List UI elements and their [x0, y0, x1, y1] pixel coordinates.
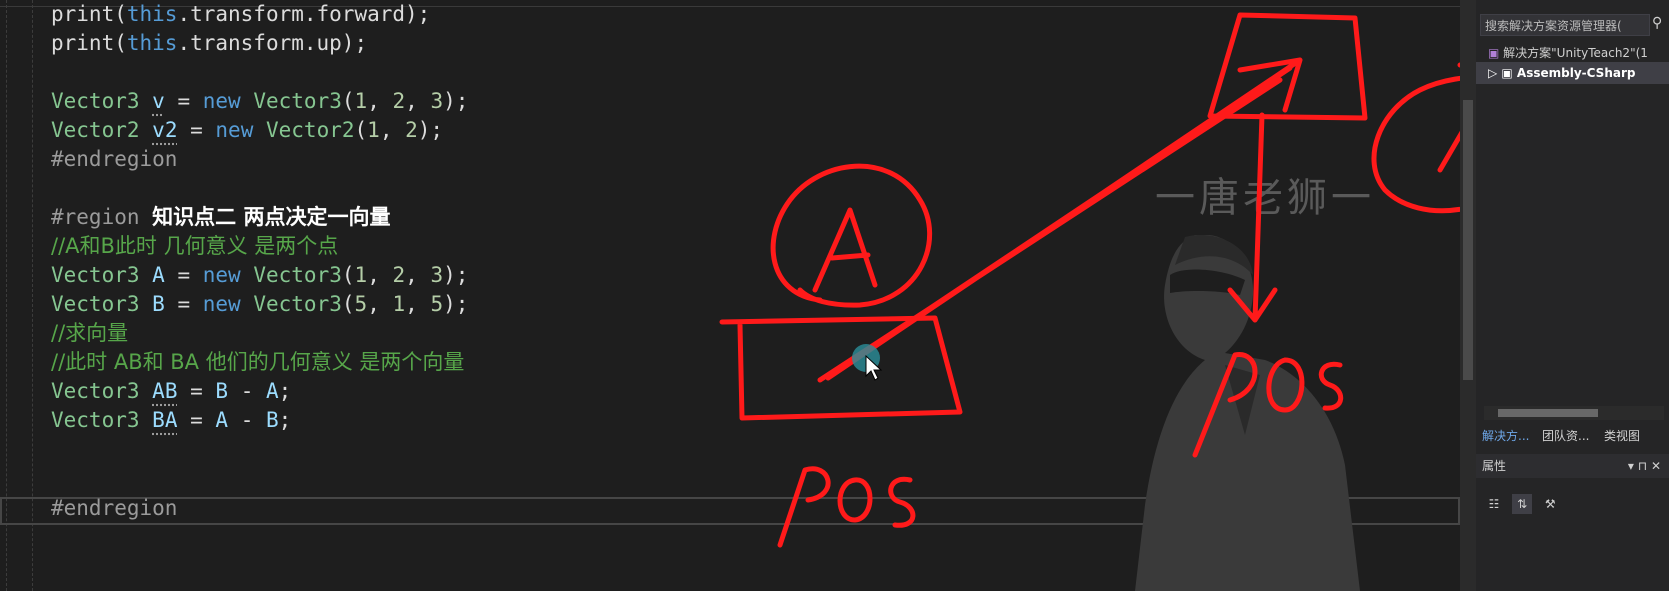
properties-toolbar: ☷ ⇅ ⚒ — [1484, 494, 1564, 516]
ink-pos2-p — [777, 466, 831, 548]
code-editor[interactable]: print(this.transform.forward); print(thi… — [0, 0, 1470, 591]
ink-arrow-ab — [817, 57, 1303, 383]
panel-tabs: 解决方... 团队资... 类视图 — [1476, 424, 1669, 448]
wrench-icon[interactable]: ⚒ — [1540, 494, 1560, 514]
tab-solution-explorer[interactable]: 解决方... — [1482, 424, 1529, 448]
assembly-label: Assembly-CSharp — [1516, 66, 1636, 80]
solution-icon: ▣ — [1488, 46, 1504, 60]
solution-label: 解决方案"UnityTeach2"(1 — [1503, 46, 1648, 60]
annotation-drawing — [719, 12, 1460, 548]
mouse-cursor-icon — [852, 344, 883, 381]
search-icon[interactable]: ⚲ — [1652, 15, 1662, 31]
solution-explorer-panel: 搜索解决方案资源管理器( ⚲ ▣ 解决方案"UnityTeach2"(1 ▷ ▣… — [1476, 0, 1669, 591]
csharp-project-icon: ▣ — [1501, 66, 1517, 80]
alphabetical-icon[interactable]: ⇅ — [1512, 494, 1533, 514]
assembly-tree-item[interactable]: ▷ ▣ Assembly-CSharp — [1476, 62, 1669, 84]
ink-arrow-down — [1227, 112, 1278, 323]
ink-pos-s — [1318, 361, 1344, 411]
scrollbar-thumb[interactable] — [1498, 409, 1598, 417]
ink-letter-a — [812, 207, 878, 293]
expand-arrow-icon[interactable]: ▷ — [1488, 66, 1501, 80]
properties-title: 属性 — [1482, 459, 1507, 473]
solution-tree-item[interactable]: ▣ 解决方案"UnityTeach2"(1 — [1476, 42, 1669, 64]
ink-letter-b — [1437, 130, 1460, 173]
ink-pos2-o — [837, 477, 873, 523]
ink-circle-a — [770, 163, 933, 308]
ink-circle-b — [1371, 62, 1460, 214]
solution-search-input[interactable]: 搜索解决方案资源管理器( — [1480, 14, 1650, 36]
scrollbar-thumb[interactable] — [1463, 100, 1473, 380]
ink-pos-p — [1192, 352, 1258, 458]
pin-close-icons[interactable]: ▾ ⊓ ✕ — [1628, 454, 1661, 478]
panel-horizontal-scrollbar[interactable] — [1484, 406, 1664, 420]
tab-team-explorer[interactable]: 团队资... — [1542, 424, 1589, 448]
tab-class-view[interactable]: 类视图 — [1604, 424, 1640, 448]
properties-header: 属性 ▾ ⊓ ✕ — [1476, 454, 1669, 478]
ink-pos2-s — [888, 476, 916, 528]
editor-vertical-scrollbar[interactable] — [1460, 0, 1476, 591]
categorized-icon[interactable]: ☷ — [1484, 494, 1504, 514]
ink-pos-o — [1266, 357, 1305, 413]
